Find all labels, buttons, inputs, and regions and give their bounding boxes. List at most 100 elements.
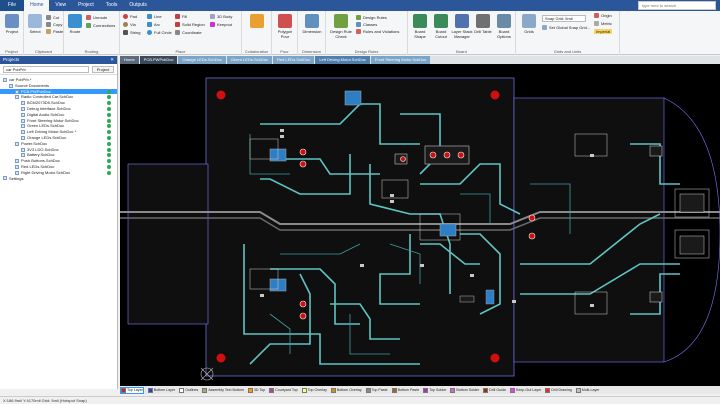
project-search-input[interactable]: car PcbPrb <box>3 65 89 73</box>
project-tree: car PcbPrb.* Source Documents PCB.PWPcbDoc… <box>0 75 117 181</box>
place-line-button[interactable]: Line <box>147 14 162 19</box>
document-tab[interactable]: Front Steering Motor.SchDoc <box>370 56 431 64</box>
ic-chip[interactable] <box>344 90 362 106</box>
ic-chip[interactable] <box>439 223 457 237</box>
place-arc-button[interactable]: Arc <box>147 22 160 27</box>
menu-tab-outputs[interactable]: Outputs <box>123 0 153 11</box>
document-icon <box>21 106 25 111</box>
pcb-canvas[interactable] <box>120 64 720 386</box>
motor-connector[interactable] <box>679 193 705 213</box>
board-options-button[interactable]: Board Options <box>493 14 515 39</box>
layer-tab[interactable]: Bottom Layer <box>147 387 175 393</box>
layer-tab[interactable]: 3D Top <box>247 387 265 393</box>
layer-tab[interactable]: Bottom Overlay <box>330 387 362 393</box>
connections-button[interactable]: Connections <box>86 23 115 28</box>
unroute-button[interactable]: Unroute <box>86 15 107 20</box>
board-cutout-button[interactable]: Board Cutout <box>430 14 452 39</box>
arc-icon <box>147 22 152 27</box>
tree-item[interactable]: Settings <box>0 176 117 182</box>
design-rules-button[interactable]: Design Rules <box>356 15 387 20</box>
dimension-button[interactable]: Dimension <box>301 14 323 34</box>
document-tab[interactable]: Home <box>120 56 139 64</box>
projects-panel: Projects ✕ car PcbPrb Project car PcbPrb… <box>0 56 118 389</box>
place-solid-region-button[interactable]: Solid Region <box>175 22 205 27</box>
place-via-button[interactable]: Via <box>123 22 136 27</box>
layer-stack-manager-button[interactable]: Layer Stack Manager <box>451 14 473 39</box>
select-button[interactable]: Select <box>24 14 46 34</box>
pcb-drawing[interactable] <box>120 64 720 386</box>
document-tab[interactable]: PCB.PWPcbDoc <box>139 56 178 64</box>
board-outline <box>205 77 515 377</box>
layer-tab[interactable]: Assembly Text Bottom <box>202 387 244 393</box>
place-keepout-button[interactable]: Keepout <box>210 22 232 27</box>
drill-table-button[interactable]: Drill Table <box>472 14 494 34</box>
place-fill-button[interactable]: Fill <box>175 14 187 19</box>
snap-grid-select[interactable]: Snap Grid: 5mil <box>542 15 586 22</box>
component[interactable] <box>485 289 495 305</box>
menu-tab-view[interactable]: View <box>49 0 72 11</box>
rules-violations-button[interactable]: Rules and Violations <box>356 29 399 34</box>
place-string-button[interactable]: String <box>123 30 140 35</box>
layer-tab[interactable]: Drill Drawing <box>545 387 572 393</box>
pad <box>429 151 437 159</box>
route-button[interactable]: Route <box>64 14 86 34</box>
document-tab[interactable]: Left Driving Motor.SchDoc <box>315 56 370 64</box>
place-full-circle-button[interactable]: Full Circle <box>147 30 172 35</box>
document-tabs: Home PCB.PWPcbDoc Orange LEDs.SchDoc Green … <box>120 56 720 64</box>
collaboration-button[interactable] <box>246 14 268 29</box>
set-global-snap-grid-button[interactable]: Set Global Snap Grid... <box>542 25 590 30</box>
pad <box>400 156 406 162</box>
polygon-pour-button[interactable]: Polygon Pour <box>274 14 296 39</box>
search-input[interactable]: type here to search <box>638 1 716 10</box>
layer-tab[interactable]: Bottom Solder <box>450 387 479 393</box>
layer-tab-label: Drill Guide <box>489 388 506 392</box>
tree-item-label: 3V3 LDO.SchDoc <box>27 146 59 152</box>
layer-tab[interactable]: Top Paste <box>365 387 388 393</box>
component[interactable] <box>649 145 663 157</box>
document-tab[interactable]: Green LEDs.SchDoc <box>226 56 272 64</box>
smd-pad <box>390 194 394 197</box>
project-button-panel[interactable]: Project <box>92 65 114 73</box>
imperial-button[interactable]: Imperial <box>594 29 613 34</box>
coordinate-icon <box>175 30 180 35</box>
layer-tab-label: Outlines <box>185 388 199 392</box>
classes-button[interactable]: Classes <box>356 22 377 27</box>
component[interactable] <box>459 295 475 303</box>
project-button[interactable]: Project <box>1 14 23 34</box>
paste-button[interactable]: Paste <box>46 29 63 34</box>
layer-tab[interactable]: Top Overlay <box>301 387 327 393</box>
motor-connector[interactable] <box>679 235 705 255</box>
document-tab[interactable]: Orange LEDs.SchDoc <box>178 56 226 64</box>
pad <box>457 151 465 159</box>
menu-tab-file[interactable]: File <box>0 0 25 11</box>
layer-tab[interactable]: Multi-Layer <box>575 387 600 393</box>
menu-tab-project[interactable]: Project <box>72 0 100 11</box>
layer-tab[interactable]: Top Solder <box>423 387 446 393</box>
layer-tab[interactable]: Drill Guide <box>483 387 506 393</box>
metric-button[interactable]: Metric <box>594 21 612 26</box>
place-3d-body-button[interactable]: 3D Body <box>210 14 232 19</box>
menu-tab-home[interactable]: Home <box>24 0 50 11</box>
layer-tab[interactable]: Top Layer <box>120 386 144 394</box>
close-icon[interactable]: ✕ <box>110 56 114 64</box>
layer-tab[interactable]: Outlines <box>179 387 199 393</box>
layer-tab[interactable]: Courtyard Top <box>269 387 298 393</box>
cut-button[interactable]: Cut <box>46 15 59 20</box>
layer-tab[interactable]: Bottom Paste <box>391 387 419 393</box>
board-right-section <box>513 97 665 363</box>
origin-button[interactable]: Origin <box>594 13 612 18</box>
place-coordinate-button[interactable]: Coordinate <box>175 30 202 35</box>
status-dot-icon <box>107 147 111 152</box>
board-shape-button[interactable]: Board Shape <box>409 14 431 39</box>
document-tab[interactable]: Red LEDs.SchDoc <box>272 56 315 64</box>
menu-tab-tools[interactable]: Tools <box>100 0 124 11</box>
design-rule-check-button[interactable]: Design Rule Check <box>328 14 354 39</box>
layer-tab-label: Multi-Layer <box>581 388 600 392</box>
layer-tab[interactable]: Keep-Out Layer <box>509 387 541 393</box>
component[interactable] <box>649 291 663 303</box>
layer-color-swatch <box>269 387 275 393</box>
place-pad-button[interactable]: Pad <box>123 14 137 19</box>
copy-button[interactable]: Copy <box>46 22 62 27</box>
violations-icon <box>356 29 361 34</box>
grids-button[interactable]: Grids <box>518 14 540 34</box>
